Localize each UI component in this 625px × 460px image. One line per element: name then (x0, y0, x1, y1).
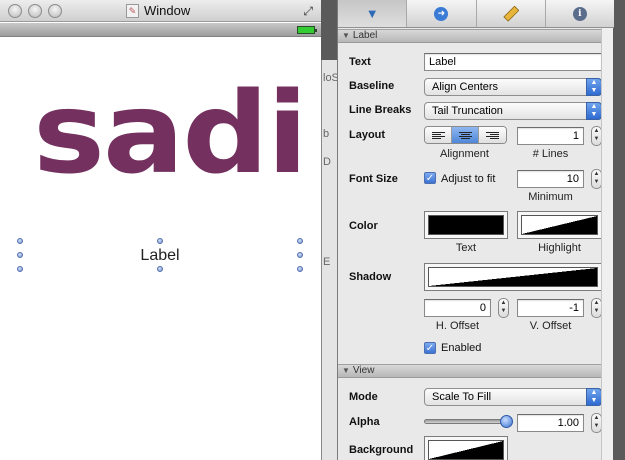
baseline-popup[interactable]: Align Centers ▲ ▼ (424, 78, 602, 96)
shadow-color-well[interactable] (424, 263, 602, 291)
inspector-tabs: ▼ ➜ i (338, 0, 614, 28)
enabled-checkbox[interactable]: ✓ (424, 342, 436, 354)
resize-handle-left[interactable] (17, 252, 23, 258)
alpha-label: Alpha (349, 416, 380, 428)
minimum-caption: Minimum (528, 191, 573, 203)
align-right-icon[interactable] (479, 127, 506, 143)
label-section-title: Label (352, 30, 378, 41)
resize-handle-bottom-left[interactable] (17, 266, 23, 272)
alpha-field[interactable]: 1.00 (517, 414, 584, 432)
lines-field[interactable]: 1 (517, 127, 584, 145)
tab-attributes[interactable]: ▼ (338, 0, 408, 27)
resize-handle-bottom-right[interactable] (297, 266, 303, 272)
disclosure-triangle-icon: ▼ (342, 31, 350, 40)
text-color-swatch (428, 215, 504, 235)
inspector-icon: ▼ (365, 6, 379, 21)
v-offset-caption: V. Offset (529, 320, 572, 332)
battery-icon (297, 26, 317, 34)
background-color-well[interactable] (424, 436, 508, 460)
popup-arrows-icon: ▲ ▼ (586, 102, 602, 120)
label-section-header[interactable]: ▼ Label (338, 29, 602, 43)
line-breaks-label: Line Breaks (349, 104, 412, 116)
lines-caption: # Lines (532, 148, 569, 160)
adjust-to-fit-checkbox[interactable]: ✓ (424, 172, 436, 184)
resize-handle-right[interactable] (297, 252, 303, 258)
baseline-label: Baseline (349, 80, 395, 92)
window-title: Window (144, 3, 191, 18)
inspector-panel: ▼ ➜ i ▼ Label Text Label Baseline Align C… (337, 0, 614, 460)
text-color-well[interactable] (424, 211, 508, 239)
minimum-font-size-field[interactable]: 10 (517, 170, 584, 188)
info-icon: i (572, 6, 587, 21)
resize-handle-bottom[interactable] (157, 266, 163, 272)
shadow-color-swatch (428, 267, 598, 287)
popup-arrows-icon: ▲ ▼ (586, 78, 602, 96)
line-breaks-popup[interactable]: Tail Truncation ▲ ▼ (424, 102, 602, 120)
line-breaks-value: Tail Truncation (432, 105, 503, 117)
tab-identity[interactable]: i (546, 0, 614, 27)
simulator-window: ✎ Window ⤢ sadi Label (0, 0, 321, 460)
window-controls (8, 4, 62, 18)
ruler-icon (502, 5, 519, 22)
zoom-button[interactable] (48, 4, 62, 18)
inspector-scrollbar[interactable] (601, 28, 613, 460)
alignment-segmented-control[interactable] (424, 126, 507, 144)
selected-label-text: Label (140, 247, 180, 264)
v-offset-field[interactable]: -1 (517, 299, 584, 317)
resize-handle-top-right[interactable] (297, 238, 303, 244)
minimize-button[interactable] (28, 4, 42, 18)
popup-arrows-icon: ▲ ▼ (586, 388, 602, 406)
big-text-label[interactable]: sadi (33, 78, 308, 190)
view-section-header[interactable]: ▼ View (338, 364, 602, 378)
mode-popup[interactable]: Scale To Fill ▲ ▼ (424, 388, 602, 406)
background-text: E (323, 256, 331, 268)
toolbar-toggle-icon[interactable]: ⤢ (303, 4, 313, 19)
background-window-strip: loS b D E (321, 60, 339, 460)
background-text: b (323, 128, 330, 140)
disclosure-triangle-icon: ▼ (342, 366, 350, 375)
alpha-slider-knob[interactable] (500, 415, 513, 428)
close-button[interactable] (8, 4, 22, 18)
highlight-color-swatch (521, 215, 598, 235)
mode-label: Mode (349, 391, 378, 403)
background-color-swatch (428, 440, 504, 460)
view-section-title: View (352, 365, 375, 376)
selected-label[interactable]: Label (17, 238, 303, 272)
font-size-label: Font Size (349, 173, 398, 185)
mode-value: Scale To Fill (432, 391, 492, 403)
status-bar (0, 23, 321, 37)
baseline-value: Align Centers (432, 81, 499, 93)
align-left-icon[interactable] (425, 127, 452, 143)
color-label: Color (349, 220, 378, 232)
view-canvas[interactable]: sadi Label (0, 38, 321, 460)
h-offset-stepper[interactable]: ▲ ▼ (498, 298, 509, 318)
arrow-icon: ➜ (434, 6, 449, 21)
adjust-to-fit-label: Adjust to fit (441, 173, 496, 185)
highlight-color-caption: Highlight (538, 242, 581, 254)
document-icon: ✎ (126, 4, 139, 18)
layout-label: Layout (349, 129, 386, 141)
background-label: Background (349, 444, 414, 456)
text-label: Text (349, 56, 371, 68)
alpha-slider-track[interactable] (424, 419, 507, 424)
highlight-color-well[interactable] (517, 211, 602, 239)
h-offset-caption: H. Offset (435, 320, 480, 332)
tab-size[interactable] (477, 0, 546, 27)
text-color-caption: Text (455, 242, 477, 254)
h-offset-field[interactable]: 0 (424, 299, 491, 317)
alignment-caption: Alignment (440, 148, 489, 160)
resize-handle-top[interactable] (157, 238, 163, 244)
resize-handle-top-left[interactable] (17, 238, 23, 244)
tab-connections[interactable]: ➜ (407, 0, 477, 27)
shadow-label: Shadow (349, 271, 392, 283)
window-titlebar[interactable]: ✎ Window ⤢ (0, 0, 321, 22)
background-text: D (323, 156, 331, 168)
text-field[interactable]: Label (424, 53, 602, 71)
enabled-label: Enabled (441, 342, 482, 354)
align-center-icon[interactable] (452, 127, 479, 143)
